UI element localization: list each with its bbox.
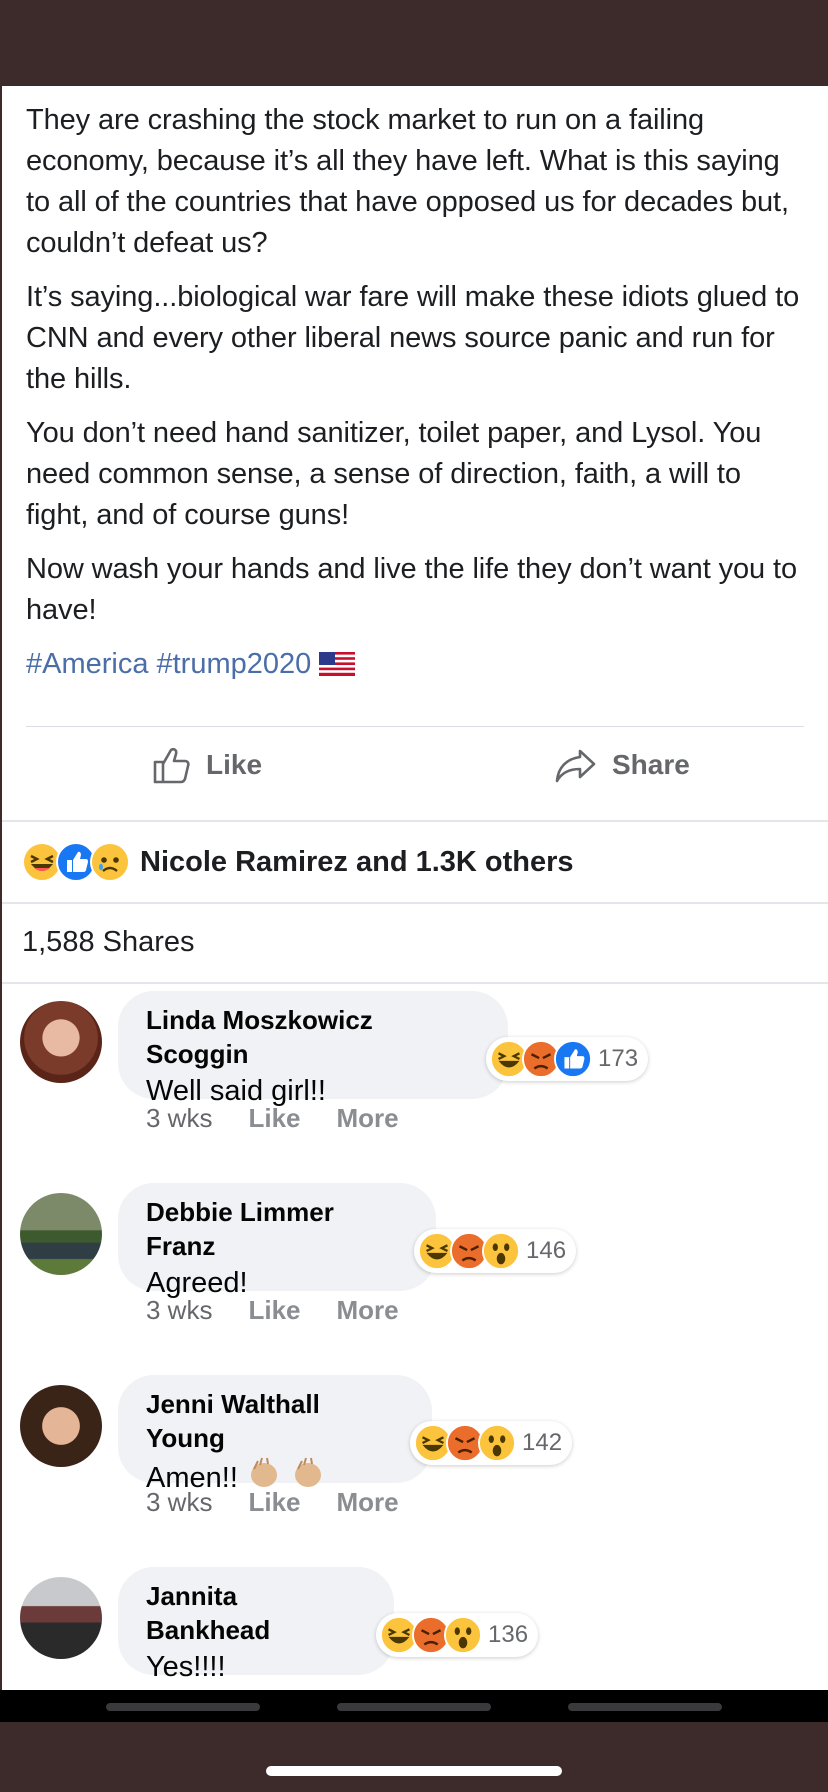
- shares-count[interactable]: 1,588 Shares: [2, 902, 828, 984]
- comment-bubble: Jenni Walthall Young Amen!!: [118, 1375, 432, 1494]
- commenter-name[interactable]: Linda Moszkowicz Scoggin: [146, 1003, 480, 1071]
- wow-icon: [482, 1232, 520, 1270]
- post-paragraph: Now wash your hands and live the life th…: [26, 553, 798, 626]
- comment-reactions[interactable]: 136: [376, 1613, 539, 1657]
- comment-time: 3 wks: [146, 1487, 213, 1517]
- hashtag-link[interactable]: #trump2020: [157, 648, 312, 680]
- comment-more-link[interactable]: More: [337, 1103, 399, 1134]
- tab-indicator[interactable]: [106, 1703, 260, 1711]
- comment-like-link[interactable]: Like: [248, 1487, 300, 1518]
- sad-icon: [90, 842, 130, 882]
- comment-more-link[interactable]: More: [337, 1295, 399, 1326]
- like-reaction-icon: [554, 1040, 592, 1078]
- hashtag-link[interactable]: #America: [26, 648, 149, 680]
- tab-indicator[interactable]: [337, 1703, 491, 1711]
- share-arrow-icon: [555, 749, 596, 783]
- comment-meta: 3 wks Like More: [146, 1487, 435, 1518]
- clapping-hands-icon: [295, 1457, 321, 1487]
- tab-indicator[interactable]: [568, 1703, 722, 1711]
- reaction-count: 173: [598, 1045, 639, 1072]
- wow-icon: [444, 1616, 482, 1654]
- comment-bubble: Debbie Limmer Franz Agreed!: [118, 1183, 436, 1299]
- commenter-name[interactable]: Jenni Walthall Young: [146, 1387, 404, 1455]
- comment-text: Yes!!!!: [146, 1651, 226, 1683]
- wow-icon: [478, 1424, 516, 1462]
- commenter-name[interactable]: Debbie Limmer Franz: [146, 1195, 408, 1263]
- share-label: Share: [612, 749, 690, 780]
- comment-more-link[interactable]: More: [337, 1487, 399, 1518]
- comment-meta: 3 wks Like More: [146, 1295, 435, 1326]
- reactors-text: Nicole Ramirez and 1.3K others: [140, 845, 574, 878]
- avatar[interactable]: [20, 1193, 102, 1275]
- post-paragraph: It’s saying...biological war fare will m…: [26, 281, 800, 395]
- commenter-name[interactable]: Jannita Bankhead: [146, 1579, 366, 1647]
- reactions-summary[interactable]: Nicole Ramirez and 1.3K others: [2, 820, 828, 904]
- avatar[interactable]: [20, 1385, 102, 1467]
- comment-reactions[interactable]: 146: [414, 1229, 577, 1273]
- tab-bar: [0, 1690, 828, 1722]
- comment-bubble: Linda Moszkowicz Scoggin Well said girl!…: [118, 991, 508, 1107]
- comment-like-link[interactable]: Like: [248, 1295, 300, 1326]
- shares-label: 1,588 Shares: [22, 925, 195, 958]
- comment-time: 3 wks: [146, 1295, 213, 1325]
- home-indicator[interactable]: [266, 1766, 562, 1776]
- reaction-count: 142: [522, 1429, 563, 1456]
- post-paragraph: You don’t need hand sanitizer, toilet pa…: [26, 417, 762, 531]
- like-button[interactable]: Like: [152, 743, 262, 787]
- like-label: Like: [206, 749, 263, 780]
- post-body: They are crashing the stock market to ru…: [2, 86, 828, 685]
- avatar[interactable]: [20, 1001, 102, 1083]
- post-actions: Like Share: [26, 726, 804, 807]
- hashtags: #America #trump2020: [26, 644, 804, 685]
- reaction-count: 146: [526, 1237, 567, 1264]
- share-button[interactable]: Share: [554, 743, 690, 787]
- thumbs-up-icon: [153, 747, 190, 784]
- us-flag-icon: [319, 647, 356, 676]
- reaction-icons: [22, 842, 130, 882]
- reaction-count: 136: [488, 1621, 529, 1648]
- clapping-hands-icon: [250, 1457, 277, 1487]
- post-paragraph: They are crashing the stock market to ru…: [26, 104, 789, 259]
- post-card: They are crashing the stock market to ru…: [0, 86, 828, 1692]
- comment-meta: 3 wks Like More: [146, 1103, 435, 1134]
- comment-like-link[interactable]: Like: [248, 1103, 300, 1134]
- comment-reactions[interactable]: 173: [486, 1037, 649, 1081]
- avatar[interactable]: [20, 1577, 102, 1659]
- comment-time: 3 wks: [146, 1103, 213, 1133]
- comment-bubble: Jannita Bankhead Yes!!!!: [118, 1567, 394, 1683]
- comment-reactions[interactable]: 142: [410, 1421, 573, 1465]
